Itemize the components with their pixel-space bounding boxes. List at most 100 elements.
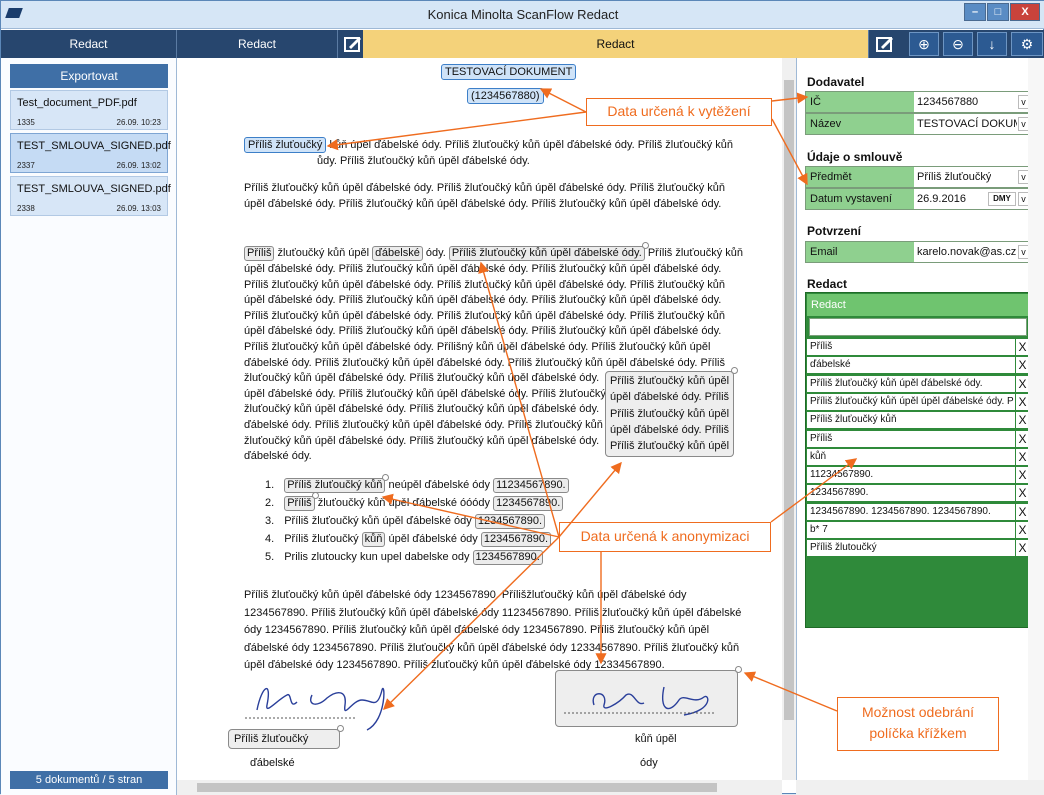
document-item[interactable]: Test_document_PDF.pdf 1335 26.09. 10:23 [10, 90, 168, 130]
field-value[interactable]: Příliš žluťoučký [917, 167, 991, 187]
window-title: Konica Minolta ScanFlow Redact [427, 7, 619, 22]
remove-term-icon[interactable]: X [1015, 393, 1029, 410]
remove-box-icon[interactable] [641, 242, 649, 249]
redact-box-heading[interactable]: TESTOVACÍ DOKUMENT [441, 64, 577, 80]
redact-term-row[interactable]: Příliš žlutoučký X [807, 539, 1029, 557]
date-format-badge[interactable]: DMY [988, 192, 1016, 206]
redact-box-number[interactable]: 1234567890. [472, 550, 543, 565]
document-name: TEST_SMLOUVA_SIGNED.pdf [17, 140, 171, 152]
remove-term-icon[interactable]: X [1015, 503, 1029, 520]
redact-box-text: Příliš žluťoučký kůň úpěl ďábelské ódy. [451, 247, 642, 259]
zoom-out-icon[interactable]: ⊖ [943, 32, 973, 56]
export-button[interactable]: Exportovat [10, 64, 168, 88]
tab-redact-3[interactable]: Redact [363, 30, 869, 58]
redact-term-text: Příliš [810, 432, 833, 444]
redact-box-number[interactable]: 1234567890. [474, 514, 546, 529]
redact-box-word[interactable]: Příliš [284, 492, 319, 511]
field-value[interactable]: 1234567880 [917, 92, 978, 112]
remove-term-icon[interactable]: X [1015, 448, 1029, 465]
zoom-in-icon[interactable]: ⊕ [909, 32, 939, 56]
redact-term-row[interactable]: Příliš X [807, 338, 1029, 355]
scroll-thumb[interactable] [197, 783, 717, 792]
redact-box-text: úpěl ďábelské ódy. Příliš [610, 391, 730, 404]
tab-redact-2[interactable]: Redact [177, 30, 338, 58]
field-email[interactable]: Email karelo.novak@as.cz v [805, 241, 1031, 263]
redact-term-row[interactable]: ďábelské X [807, 356, 1029, 374]
remove-term-icon[interactable]: X [1015, 357, 1029, 374]
redact-term-text: ďábelské [810, 359, 851, 371]
redact-term-row[interactable]: Příliš žluťoučký kůň úpěl ďábelské ódy. X [807, 374, 1029, 392]
redact-box-text: Příliš žluťoučký [234, 733, 309, 745]
remove-box-icon[interactable] [337, 725, 344, 732]
minimize-button[interactable]: – [964, 3, 986, 21]
remove-term-icon[interactable]: X [1015, 467, 1029, 484]
remove-box-icon[interactable] [311, 492, 319, 499]
field-predmet[interactable]: Předmět Příliš žluťoučký v [805, 166, 1031, 188]
document-viewer[interactable]: TESTOVACÍ DOKUMENT (1234567880) Příliš ž… [177, 58, 782, 795]
panel-vertical-scrollbar[interactable] [1028, 58, 1044, 780]
redact-term-row[interactable]: b* 7 X [807, 521, 1029, 538]
edit-icon-2[interactable] [875, 34, 895, 54]
redact-term-row[interactable]: Příliš X [807, 429, 1029, 447]
remove-term-icon[interactable]: X [1015, 375, 1029, 392]
settings-icon[interactable]: ⚙ [1011, 32, 1043, 56]
redact-term-text: 11234567890. [810, 469, 874, 481]
remove-term-icon[interactable]: X [1015, 485, 1029, 502]
redact-term-input[interactable] [809, 318, 1027, 336]
redact-box-signature-right[interactable] [555, 666, 742, 727]
field-value[interactable]: karelo.novak@as.cz [917, 242, 1016, 262]
redact-box-word[interactable]: Příliš žluťoučký kůň [284, 474, 390, 493]
remove-box-icon[interactable] [735, 666, 742, 673]
document-horizontal-scrollbar[interactable] [177, 780, 782, 795]
redact-box-signature[interactable]: Příliš žluťoučký [228, 725, 344, 749]
redact-term-row[interactable]: 1234567890. X [807, 484, 1029, 502]
download-icon[interactable]: ↓ [977, 32, 1007, 56]
panel-horizontal-scrollbar[interactable] [796, 780, 1044, 795]
document-item[interactable]: TEST_SMLOUVA_SIGNED.pdf 2338 26.09. 13:0… [10, 176, 171, 216]
redact-box-sentence[interactable]: Příliš žluťoučký kůň úpěl ďábelské ódy. [448, 242, 649, 261]
redact-box-block[interactable]: Příliš žluťoučký kůň úpěl úpěl ďábelské ó… [605, 367, 738, 457]
doc-text: úpěl ďábelské ódy. Příliš žluťoučký kůň … [244, 263, 722, 275]
redact-box-heading-number[interactable]: (1234567880) [467, 88, 544, 104]
redact-term-row[interactable]: 1234567890. 1234567890. 1234567890. X [807, 502, 1029, 520]
redact-box-number[interactable]: kůň [361, 532, 386, 547]
redact-term-row[interactable]: Příliš žluťoučký kůň úpěl úpěl ďábelské … [807, 392, 1029, 410]
close-button[interactable]: X [1010, 3, 1040, 21]
field-label: IČ [806, 92, 914, 112]
redact-box-text: Příliš žluťoučký kůň [287, 479, 383, 491]
remove-term-icon[interactable]: X [1015, 540, 1029, 557]
redact-term-text: Příliš žluťoučký kůň úpěl ďábelské ódy. [810, 377, 983, 389]
redact-box-subject[interactable]: Příliš žluťoučký [244, 137, 327, 153]
callout-extract: Data určená k vytěžení [586, 98, 772, 126]
callout-anonymize: Data určená k anonymizaci [559, 522, 771, 552]
tab-redact-1[interactable]: Redact [1, 30, 177, 58]
remove-term-icon[interactable]: X [1015, 430, 1029, 447]
remove-box-icon[interactable] [731, 367, 738, 374]
document-vertical-scrollbar[interactable] [782, 58, 796, 780]
remove-term-icon[interactable]: X [1015, 339, 1029, 355]
field-ic[interactable]: IČ 1234567880 v [805, 91, 1031, 113]
redact-term-row[interactable]: kůň X [807, 447, 1029, 465]
redact-box-word[interactable]: Příliš [244, 246, 275, 261]
document-date: 26.09. 10:23 [116, 118, 161, 127]
remove-term-icon[interactable]: X [1015, 522, 1029, 538]
redact-box-word[interactable]: ďábelské [372, 246, 423, 261]
remove-term-icon[interactable]: X [1015, 412, 1029, 429]
list-item: 3. Příliš žluťoučký kůň úpěl ďábelské ódy… [265, 514, 546, 530]
doc-text: Příliš žluťoučký kůň úpěl ďábelské ódy. … [244, 341, 711, 353]
section-dodavatel: Dodavatel [807, 75, 865, 89]
maximize-button[interactable]: □ [987, 3, 1009, 21]
scroll-thumb[interactable] [784, 80, 794, 720]
redact-term-row[interactable]: 11234567890. X [807, 466, 1029, 484]
field-value[interactable]: 26.9.2016 [917, 189, 966, 209]
redact-term-row[interactable]: Příliš žluťoučký kůň X [807, 411, 1029, 429]
field-value[interactable]: TESTOVACÍ DOKUMEI [917, 114, 1017, 134]
document-item-selected[interactable]: TEST_SMLOUVA_SIGNED.pdf 2337 26.09. 13:0… [10, 133, 171, 173]
redact-box-number[interactable]: 1234567890. [480, 532, 552, 547]
redact-term-text: kůň [810, 450, 827, 462]
field-nazev[interactable]: NázevTESTOVACÍ DOKUMEIv [805, 113, 1031, 135]
redact-box-number[interactable]: 11234567890. [493, 478, 569, 493]
doc-text: 1234567890. Příliš žluťoučký kůň úpěl ďá… [244, 606, 742, 619]
redact-box-number[interactable]: 1234567890. [493, 496, 564, 511]
field-datum[interactable]: Datum vystavení 26.9.2016 DMY v [805, 188, 1031, 210]
